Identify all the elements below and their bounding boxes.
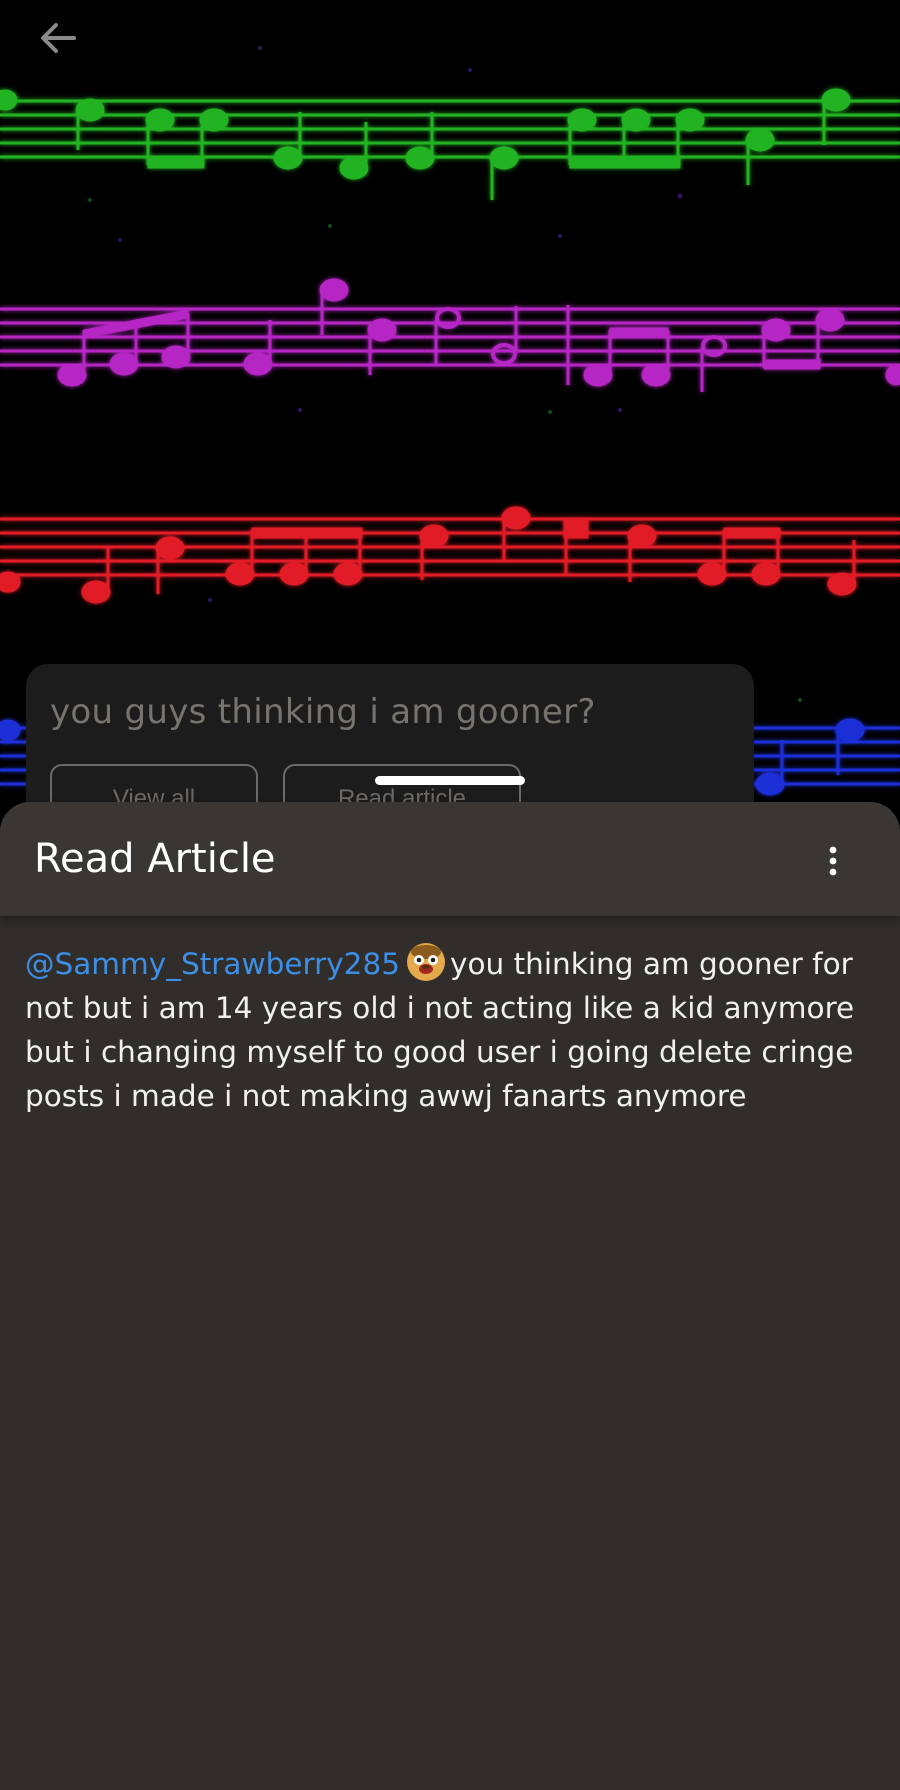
sheet-drag-handle[interactable] [375,776,525,785]
back-button[interactable] [34,14,82,62]
sheet-header: Read Article [0,802,900,916]
cartoon-face-emoji-icon [407,943,445,981]
arrow-left-icon [41,23,76,53]
user-mention-link[interactable]: @Sammy_Strawberry285 [25,947,400,981]
article-body: @Sammy_Strawberry285 you thinking am goo… [25,942,875,1118]
read-article-sheet: Read Article @Sammy_Strawberry285 you th… [0,802,900,1790]
sheet-title: Read Article [34,836,276,882]
post-title: you guys thinking i am gooner? [50,692,596,732]
more-options-button[interactable] [812,832,854,890]
more-vertical-icon [829,846,837,876]
